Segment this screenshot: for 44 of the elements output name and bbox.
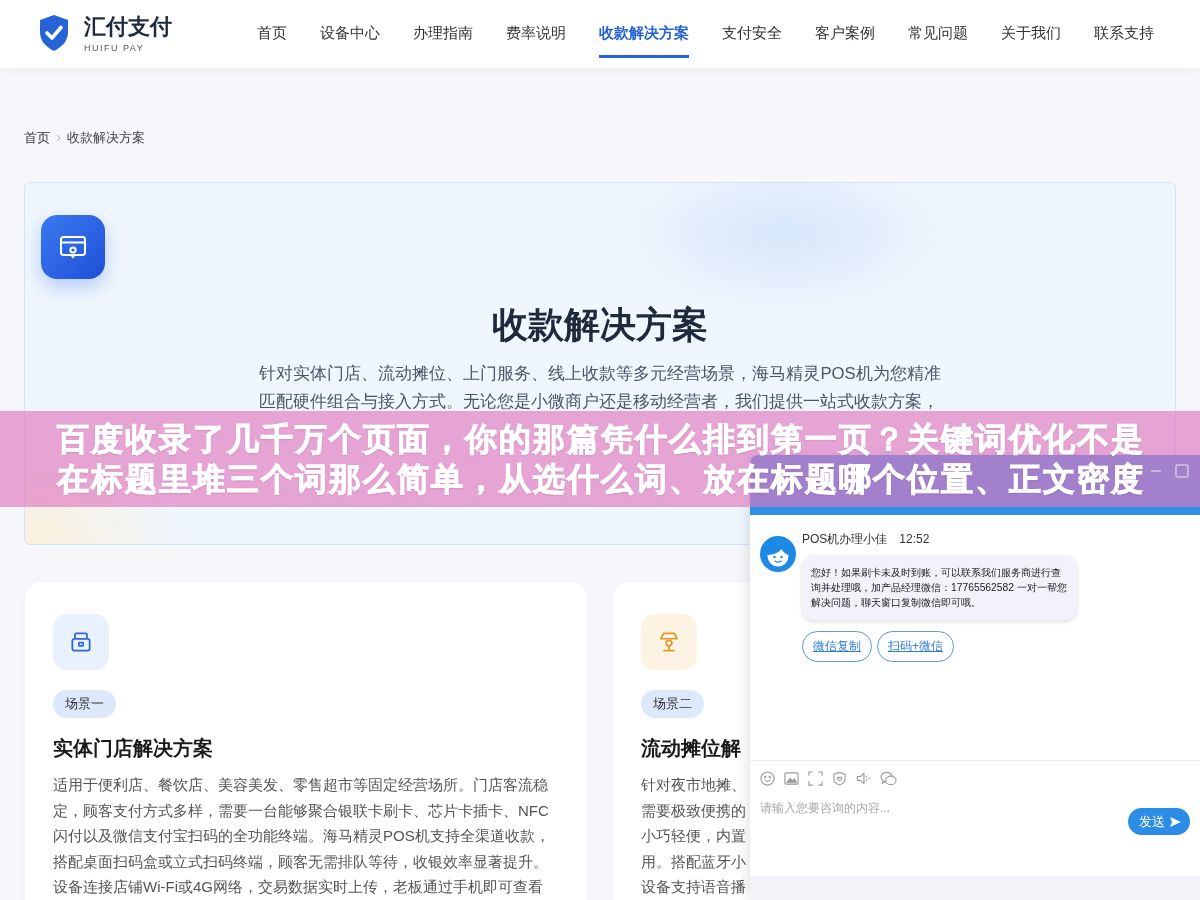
message-time: 12:52: [899, 532, 930, 546]
nav-link[interactable]: 设备中心: [320, 0, 380, 58]
maximize-icon[interactable]: [1175, 464, 1189, 478]
message-bubble: 您好！如果刷卡未及时到账，可以联系我们服务商进行查询并处理哦，加产品经理微信：17765562582 一对一帮您解决问题，聊天窗口复制微信即可哦。: [802, 555, 1077, 620]
breadcrumb-link[interactable]: 首页: [24, 129, 50, 147]
card-title: 实体门店解决方案: [53, 736, 213, 761]
speaker-icon[interactable]: [856, 771, 871, 786]
card-title: 流动摊位解: [641, 736, 741, 761]
nav-link[interactable]: 关于我们: [1001, 0, 1061, 58]
lamp-icon: [641, 614, 697, 670]
payment-card-icon: [41, 215, 105, 279]
nav-link[interactable]: 首页: [257, 0, 287, 58]
nav-link[interactable]: 支付安全: [722, 0, 782, 58]
nav-link[interactable]: 办理指南: [413, 0, 473, 58]
send-arrow-icon: [1169, 815, 1182, 828]
cash-register-icon: [53, 614, 109, 670]
nav-link[interactable]: 客户案例: [815, 0, 875, 58]
quick-action-button[interactable]: 扫码+微信: [877, 631, 954, 662]
emoji-icon[interactable]: [760, 771, 775, 786]
send-button[interactable]: 发送: [1128, 808, 1190, 835]
message-input[interactable]: 请输入您要咨询的内容...: [760, 800, 1120, 856]
nav-link[interactable]: 联系支持: [1094, 0, 1154, 58]
brand-name: 汇付支付: [84, 14, 172, 40]
chevron-right-icon: [56, 134, 61, 142]
shield-icon[interactable]: [832, 771, 847, 786]
hero-description: 针对实体门店、流动摊位、上门服务、线上收款等多元经营场景，海马精灵POS机为您精准 匹配硬件组合与接入方式。无论您是小微商户还是移动经营者，我们提供一站式收款方案，: [259, 363, 941, 413]
breadcrumb-current: 收款解决方案: [67, 129, 145, 147]
card-description: 适用于便利店、餐饮店、美容美发、零售超市等固定经营场所。门店客流稳 定，顾客支付方式多样，需要一台能够聚合银联卡刷卡、芯片卡插卡、NFC 闪付以及微信支付宝扫码的全功能终端。海马精灵POS机支持全渠道收款， 搭配桌面扫码盒或立式扫码终端，顾客无需排队等待，收银效率显著提升。 设备连接店铺Wi-Fi或4G网络，交易数据实时上传，老板通过手机即可查看: [53, 775, 550, 897]
banner-text: 百度收录了几千万个页面，你的那篇凭什么排到第一页？关键词优化不是 在标题里堆三个词那么简单，从选什么词、放在标题哪个位置、正文密度: [57, 420, 1145, 499]
agent-name: POS机办理小佳: [802, 532, 888, 546]
card-description: 针对夜市地摊、 需要极致便携的 小巧轻便，内置 用。搭配蓝牙小 设备支持语音播: [641, 775, 746, 897]
scene-tag: 场景二: [641, 690, 704, 718]
chat-bubbles-icon[interactable]: [880, 771, 897, 786]
image-icon[interactable]: [784, 771, 799, 786]
quick-action-button[interactable]: 微信复制: [802, 631, 872, 662]
shield-check-icon: [38, 14, 70, 52]
nav-link[interactable]: 常见问题: [908, 0, 968, 58]
avatar-icon: [760, 536, 796, 572]
hero-title: 收款解决方案: [492, 303, 708, 347]
fullscreen-icon[interactable]: [808, 771, 823, 786]
nav-link[interactable]: 费率说明: [506, 0, 566, 58]
brand-subtitle: HUIFU PAY: [84, 42, 146, 54]
scene-tag: 场景一: [53, 690, 116, 718]
nav-link[interactable]: 收款解决方案: [599, 0, 689, 58]
